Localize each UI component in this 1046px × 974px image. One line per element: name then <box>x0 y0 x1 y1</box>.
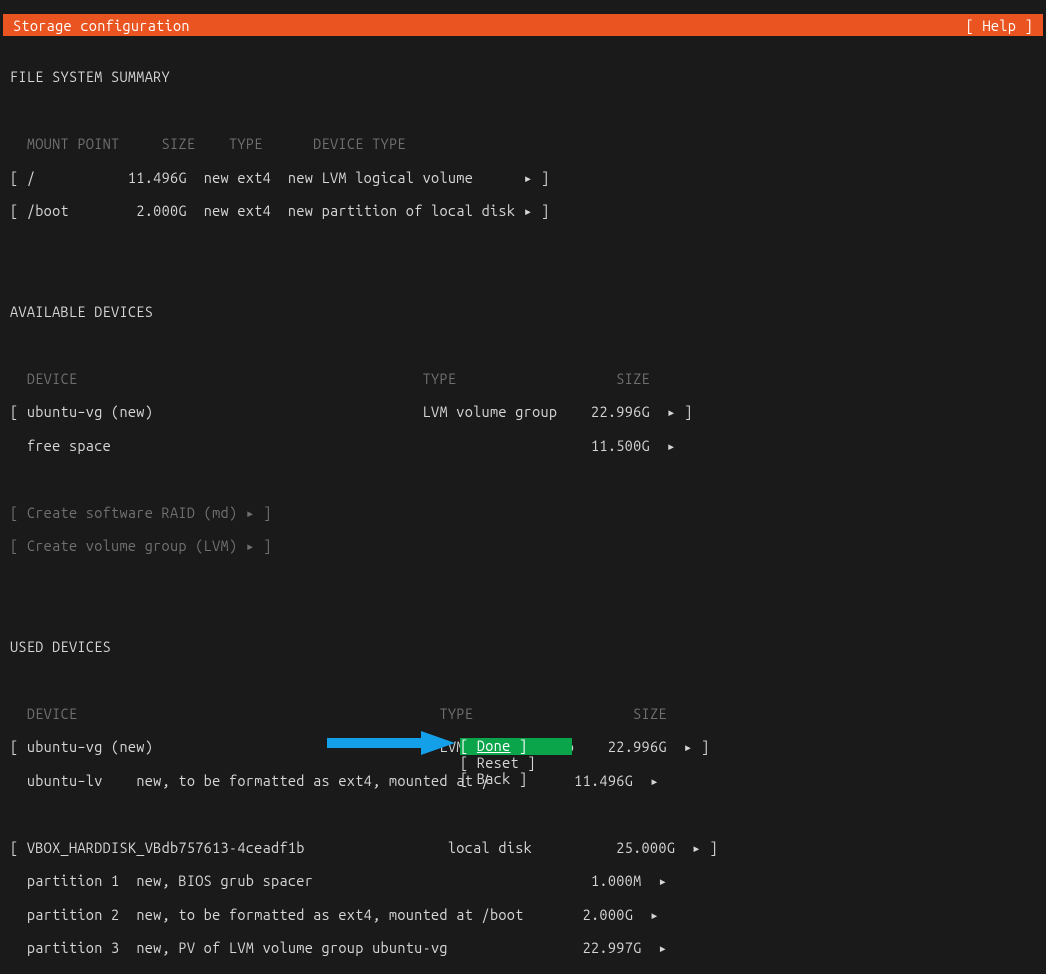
fs-headers: MOUNT POINT SIZE TYPE DEVICE TYPE <box>10 136 1036 153</box>
avail-headers: DEVICE TYPE SIZE <box>10 371 1036 388</box>
fs-summary-title: FILE SYSTEM SUMMARY <box>10 69 1036 86</box>
used-devices-title: USED DEVICES <box>10 639 1036 656</box>
create-raid-button[interactable]: [ Create software RAID (md) ▸ ] <box>10 505 1036 522</box>
avail-row[interactable]: [ ubuntu–vg (new) LVM volume group 22.99… <box>10 404 1036 421</box>
used-row[interactable]: partition 3 new, PV of LVM volume group … <box>10 940 1036 957</box>
annotation-arrow-icon <box>325 731 455 755</box>
avail-row[interactable]: free space 11.500G ▸ <box>10 438 1036 455</box>
available-devices-title: AVAILABLE DEVICES <box>10 304 1036 321</box>
fs-row[interactable]: [ / 11.496G new ext4 new LVM logical vol… <box>10 170 1036 187</box>
used-row[interactable]: [ VBOX_HARDDISK_VBdb757613-4ceadf1b loca… <box>10 840 1036 857</box>
back-button[interactable]: [ Back ] <box>460 771 572 788</box>
reset-button[interactable]: [ Reset ] <box>460 755 572 772</box>
page-title: Storage configuration <box>13 15 190 36</box>
used-row[interactable]: partition 2 new, to be formatted as ext4… <box>10 907 1036 924</box>
help-button[interactable]: [ Help ] <box>966 15 1033 36</box>
used-row[interactable]: partition 1 new, BIOS grub spacer 1.000M… <box>10 873 1036 890</box>
create-lvm-button[interactable]: [ Create volume group (LVM) ▸ ] <box>10 538 1036 555</box>
fs-row[interactable]: [ /boot 2.000G new ext4 new partition of… <box>10 203 1036 220</box>
header-bar: Storage configuration [ Help ] <box>3 14 1043 36</box>
main-content: FILE SYSTEM SUMMARY MOUNT POINT SIZE TYP… <box>10 52 1036 974</box>
button-bar: [ Done ] [ Reset ] [ Back ] <box>460 738 572 788</box>
used-headers: DEVICE TYPE SIZE <box>10 706 1036 723</box>
done-button[interactable]: [ Done ] <box>460 738 572 755</box>
